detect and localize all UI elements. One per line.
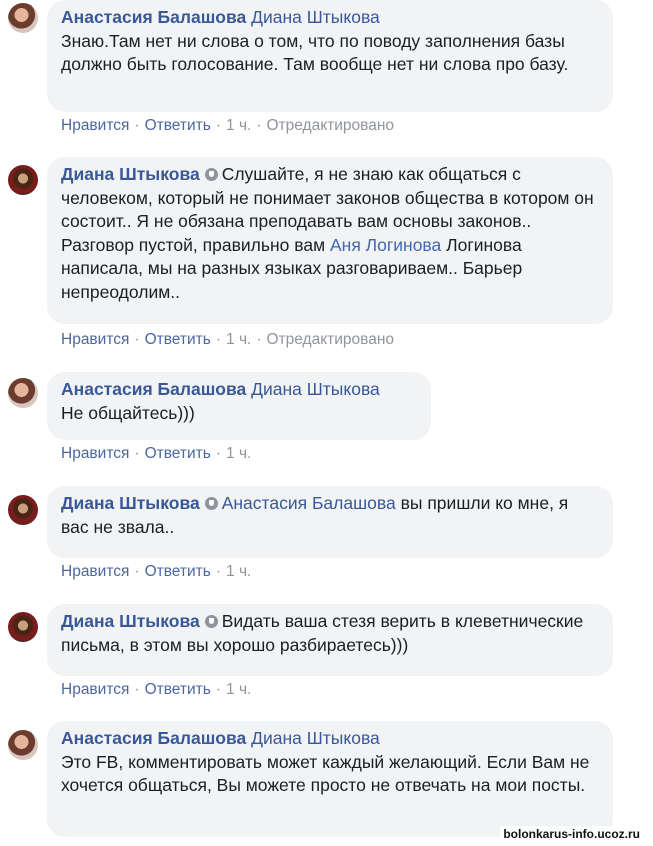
- user-avatar[interactable]: [8, 3, 38, 33]
- like-link[interactable]: Нравится: [61, 563, 129, 580]
- comment-mention[interactable]: Диана Штыкова: [251, 728, 380, 748]
- comment-author[interactable]: Анастасия Балашова: [61, 379, 246, 399]
- reply-link[interactable]: Ответить: [145, 445, 211, 462]
- comment-text: Не общайтесь))): [61, 402, 195, 423]
- comment-actions: Нравится · Ответить · 1 ч. · Отредактировано: [61, 117, 395, 134]
- like-link[interactable]: Нравится: [61, 331, 129, 348]
- user-avatar[interactable]: [8, 730, 38, 760]
- comment-actions: Нравится · Ответить · 1 ч. · Отредактировано: [61, 331, 395, 348]
- comment-text: Знаю.Там нет ни слова о том, что по пово…: [61, 30, 569, 75]
- reply-link[interactable]: Ответить: [145, 681, 211, 698]
- timestamp[interactable]: 1 ч.: [226, 563, 251, 580]
- comment-bubble: Диана Штыкова Видать ваша стезя верить в …: [47, 604, 613, 676]
- user-avatar[interactable]: [8, 378, 38, 408]
- comment-bubble: Анастасия Балашова Диана Штыкова Знаю.Та…: [47, 0, 613, 112]
- edited-label[interactable]: Отредактировано: [267, 117, 395, 134]
- reply-link[interactable]: Ответить: [145, 331, 211, 348]
- comment-mention[interactable]: Диана Штыкова: [251, 7, 380, 27]
- shield-badge-icon: [204, 497, 218, 510]
- comment-mention[interactable]: Диана Штыкова: [251, 379, 380, 399]
- timestamp[interactable]: 1 ч.: [226, 117, 251, 134]
- reply-link[interactable]: Ответить: [145, 563, 211, 580]
- comment-mention[interactable]: Анастасия Балашова: [222, 493, 396, 513]
- like-link[interactable]: Нравится: [61, 681, 129, 698]
- comment-actions: Нравится · Ответить · 1 ч.: [61, 563, 252, 580]
- reply-link[interactable]: Ответить: [145, 117, 211, 134]
- timestamp[interactable]: 1 ч.: [226, 331, 251, 348]
- user-avatar[interactable]: [8, 165, 38, 195]
- edited-label[interactable]: Отредактировано: [267, 331, 395, 348]
- user-avatar[interactable]: [8, 612, 38, 642]
- comment-bubble: Диана Штыкова Слушайте, я не знаю как общ…: [47, 157, 613, 324]
- comment-bubble: Анастасия Балашова Диана Штыкова Не обща…: [47, 372, 431, 440]
- comment-author[interactable]: Анастасия Балашова: [61, 728, 246, 748]
- comment-author[interactable]: Анастасия Балашова: [61, 7, 246, 27]
- shield-badge-icon: [204, 168, 218, 181]
- comment-actions: Нравится · Ответить · 1 ч.: [61, 445, 252, 462]
- watermark: bolonkarus-info.ucoz.ru: [500, 826, 643, 842]
- timestamp[interactable]: 1 ч.: [226, 681, 251, 698]
- comment-actions: Нравится · Ответить · 1 ч.: [61, 681, 252, 698]
- like-link[interactable]: Нравится: [61, 117, 129, 134]
- like-link[interactable]: Нравится: [61, 445, 129, 462]
- user-avatar[interactable]: [8, 495, 38, 525]
- comment-author[interactable]: Диана Штыкова: [61, 164, 200, 184]
- comment-author[interactable]: Диана Штыкова: [61, 493, 200, 513]
- shield-badge-icon: [204, 615, 218, 628]
- comment-mention[interactable]: Аня Логинова: [330, 235, 441, 255]
- comment-text: Это FB, комментировать может каждый жела…: [61, 751, 590, 796]
- timestamp[interactable]: 1 ч.: [226, 445, 251, 462]
- comment-author[interactable]: Диана Штыкова: [61, 611, 200, 631]
- comment-bubble: Диана Штыкова Анастасия Балашова вы пришл…: [47, 486, 613, 558]
- comment-bubble: Анастасия Балашова Диана Штыкова Это FB,…: [47, 721, 613, 837]
